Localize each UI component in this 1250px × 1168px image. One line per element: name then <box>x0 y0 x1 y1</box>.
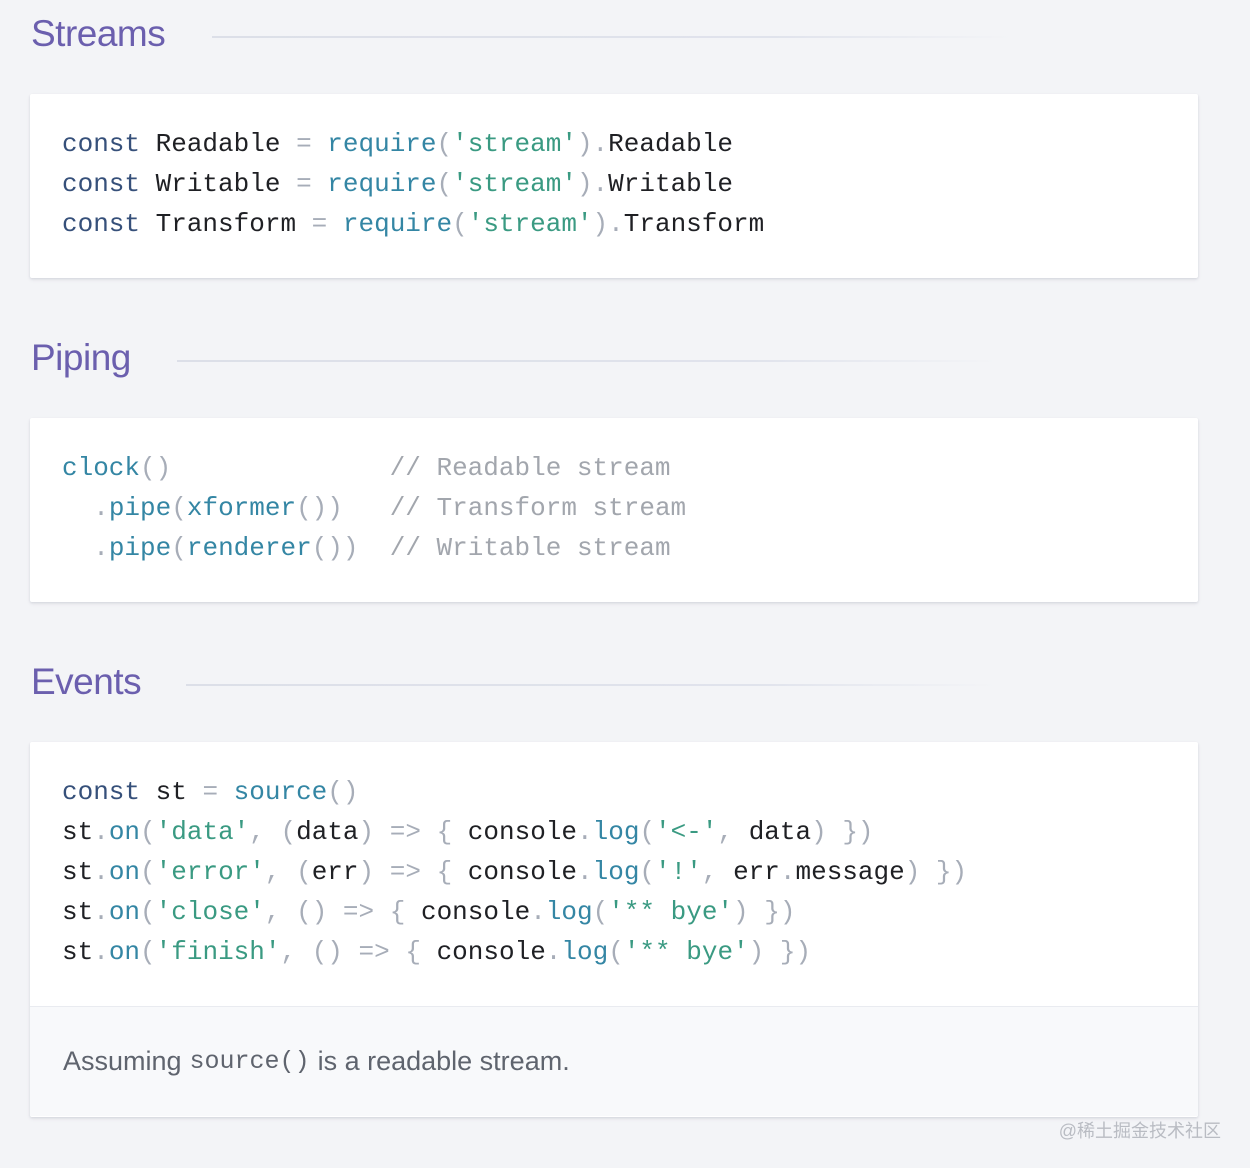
events-footnote: Assuming source() is a readable stream. <box>30 1006 1198 1116</box>
code-card-streams: const Readable = require('stream').Reada… <box>30 94 1198 278</box>
section-header-streams: Streams <box>31 9 166 59</box>
watermark: @稀土掘金技术社区 <box>1058 1121 1221 1141</box>
code-block: const st = source() st.on('data', (data)… <box>62 777 968 967</box>
code-card-piping: clock() // Readable stream .pipe(xformer… <box>30 418 1198 602</box>
section-header-piping: Piping <box>31 333 131 383</box>
section-title: Streams <box>31 13 166 54</box>
section-divider <box>212 36 1012 38</box>
section-title: Events <box>31 661 142 702</box>
footnote-text: Assuming <box>63 1046 182 1076</box>
footnote-text: is a readable stream. <box>317 1046 570 1076</box>
footnote-code: source() <box>189 1047 310 1076</box>
section-title: Piping <box>31 337 131 378</box>
section-divider <box>177 360 997 362</box>
code-block: clock() // Readable stream .pipe(xformer… <box>62 453 687 563</box>
section-header-events: Events <box>31 657 142 707</box>
code-card-events: const st = source() st.on('data', (data)… <box>30 742 1198 1117</box>
code-block: const Readable = require('stream').Reada… <box>62 129 765 239</box>
section-divider <box>186 684 996 686</box>
